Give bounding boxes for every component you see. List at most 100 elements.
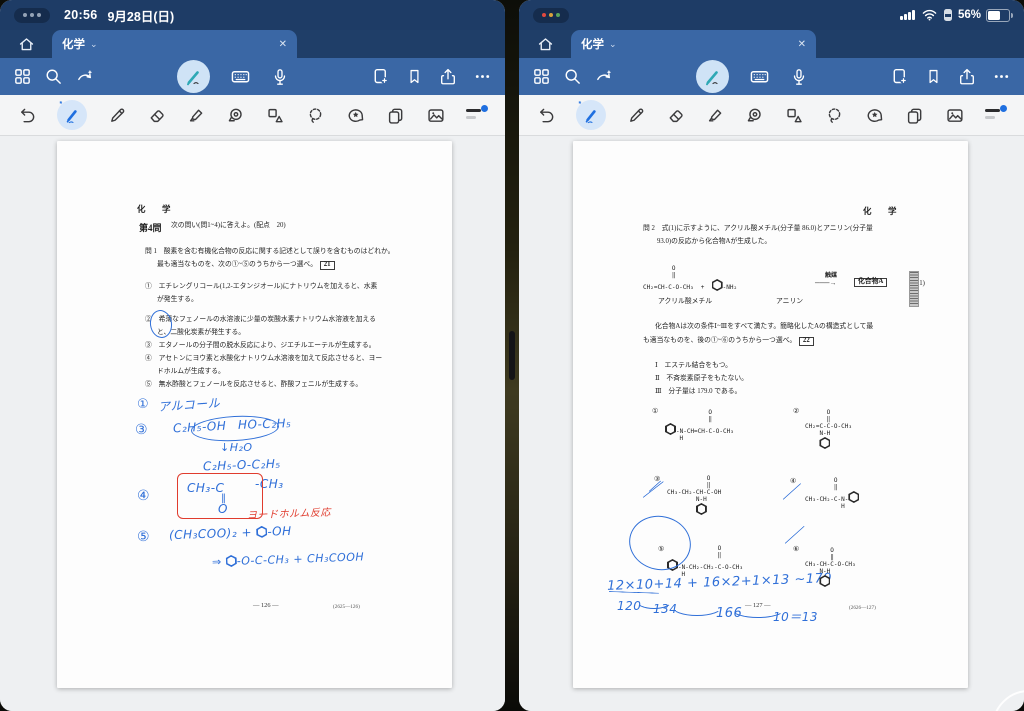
battery-icon bbox=[986, 9, 1010, 22]
convert-handwriting-icon[interactable] bbox=[591, 64, 617, 89]
print-text: ⑥ bbox=[793, 547, 799, 554]
stroke-width-icon[interactable] bbox=[463, 102, 491, 128]
pen-annotate-icon[interactable] bbox=[174, 57, 213, 96]
lasso-icon[interactable] bbox=[303, 103, 328, 128]
benzene-ring-icon bbox=[819, 437, 830, 449]
fountain-pen-icon[interactable]: * bbox=[573, 97, 609, 133]
tab-chemistry[interactable]: 化学 ⌄ ✕ bbox=[571, 30, 816, 58]
home-button[interactable] bbox=[519, 30, 571, 58]
document-page[interactable]: 化 学問 2 式(1)に示すように、アクリル酸メチル(分子量 86.0)とアニリ… bbox=[573, 141, 968, 688]
status-date: 9月28日(日) bbox=[107, 6, 174, 25]
cellular-signal-icon bbox=[900, 10, 915, 20]
highlighter-icon[interactable] bbox=[184, 103, 209, 128]
ink-mark bbox=[785, 526, 805, 544]
close-tab-icon[interactable]: ✕ bbox=[279, 39, 287, 50]
pen-selected-circle bbox=[177, 60, 210, 93]
share-icon[interactable] bbox=[436, 64, 460, 90]
print-text: (2626—127) bbox=[849, 605, 876, 611]
print-text: ④ bbox=[790, 479, 796, 486]
search-icon[interactable] bbox=[41, 64, 66, 89]
add-page-icon[interactable] bbox=[887, 64, 912, 89]
pen-selected-circle: * bbox=[576, 100, 606, 130]
undo-icon[interactable] bbox=[14, 103, 40, 128]
bookmark-icon[interactable] bbox=[922, 64, 945, 89]
print-text: と、二酸化炭素が発生する。 bbox=[157, 330, 245, 337]
handwriting-text: 10＝13 bbox=[773, 608, 818, 625]
microphone-icon[interactable] bbox=[268, 64, 292, 90]
bluetooth-badge-icon: * bbox=[59, 101, 62, 108]
multitask-pill-icon[interactable] bbox=[14, 8, 50, 23]
bookmark-icon[interactable] bbox=[403, 64, 426, 89]
print-text: ⑤ 無水酢酸とフェノールを反応させると、酢酸フェニルが生成する。 bbox=[145, 382, 362, 389]
grid-view-icon[interactable] bbox=[10, 64, 35, 89]
print-text: 問 1 酸素を含む有機化合物の反応に関する記述として誤りを含むものはどれか。 bbox=[145, 249, 394, 256]
print-text: ④ アセトンにヨウ素と水酸化ナトリウム水溶液を加えて反応させると、ヨー bbox=[145, 356, 382, 363]
undo-icon[interactable] bbox=[533, 103, 559, 128]
fountain-pen-icon[interactable]: * bbox=[54, 97, 90, 133]
eraser-icon[interactable] bbox=[144, 103, 169, 128]
print-text: Ⅱ 不斉炭素原子をもたない。 bbox=[655, 376, 748, 383]
handwriting-text: 120 bbox=[617, 599, 641, 613]
grid-view-icon[interactable] bbox=[529, 64, 554, 89]
print-text: 93.0)の反応から化合物Aが生成した。 bbox=[657, 239, 771, 246]
chevron-down-icon[interactable]: ⌄ bbox=[90, 39, 98, 50]
add-page-icon[interactable] bbox=[368, 64, 393, 89]
lasso-icon[interactable] bbox=[822, 103, 847, 128]
pages-icon[interactable] bbox=[902, 103, 927, 128]
shapes-icon[interactable] bbox=[782, 103, 808, 128]
stroke-width-icon[interactable] bbox=[982, 102, 1010, 128]
chevron-down-icon[interactable]: ⌄ bbox=[609, 39, 617, 50]
home-icon bbox=[537, 36, 554, 53]
elements-icon[interactable] bbox=[343, 103, 369, 128]
print-text: (2625—126) bbox=[333, 604, 360, 610]
share-icon[interactable] bbox=[955, 64, 979, 90]
tape-icon[interactable] bbox=[742, 103, 767, 128]
document-page[interactable]: 化 学第4問次の問い(問1~4)に答えよ。(配点 20)問 1 酸素を含む有機化… bbox=[57, 141, 452, 688]
tape-icon[interactable] bbox=[223, 103, 248, 128]
image-icon[interactable] bbox=[423, 103, 449, 128]
convert-handwriting-icon[interactable] bbox=[72, 64, 98, 89]
handwriting-text: ヨードホルム反応 bbox=[247, 504, 331, 522]
print-text: アニリン bbox=[776, 299, 803, 306]
elements-icon[interactable] bbox=[862, 103, 888, 128]
image-icon[interactable] bbox=[942, 103, 968, 128]
more-icon[interactable] bbox=[989, 64, 1014, 89]
handwriting-text: 134 bbox=[653, 602, 677, 616]
tab-chemistry[interactable]: 化学 ⌄ ✕ bbox=[52, 30, 297, 58]
microphone-icon[interactable] bbox=[787, 64, 811, 90]
more-icon[interactable] bbox=[470, 64, 495, 89]
main-toolbar bbox=[0, 58, 505, 95]
pages-icon[interactable] bbox=[383, 103, 408, 128]
chemical-structure: O ‖-N-CH=CH-C-O-CH₃ H bbox=[665, 409, 734, 442]
pen-annotate-icon[interactable] bbox=[693, 57, 732, 96]
keyboard-icon[interactable] bbox=[746, 64, 773, 89]
print-text: 化合物Aは次の条件Ⅰ~Ⅲをすべて満たす。簡略化したAの構造式として最 bbox=[655, 324, 873, 331]
stroke-width-control bbox=[985, 105, 1007, 125]
print-text: 化 学 bbox=[863, 205, 901, 217]
home-button[interactable] bbox=[0, 30, 52, 58]
keyboard-icon[interactable] bbox=[227, 64, 254, 89]
benzene-ring-icon bbox=[696, 503, 707, 515]
multitask-pill-icon[interactable] bbox=[533, 8, 569, 23]
pen-toolbar: * bbox=[519, 95, 1024, 136]
print-text: — 126 — bbox=[253, 602, 279, 609]
pencil-icon[interactable] bbox=[105, 103, 130, 128]
print-text: が発生する。 bbox=[157, 297, 198, 304]
handwriting-text: ⑤ bbox=[137, 529, 150, 545]
benzene-ring-icon bbox=[848, 491, 859, 503]
highlighter-icon[interactable] bbox=[703, 103, 728, 128]
handwriting-text: ④ bbox=[137, 488, 150, 504]
shapes-icon[interactable] bbox=[263, 103, 289, 128]
canvas-area: 化 学問 2 式(1)に示すように、アクリル酸メチル(分子量 86.0)とアニリ… bbox=[519, 136, 1024, 711]
print-text: 第4問 bbox=[139, 221, 162, 234]
handwriting-text: アルコール bbox=[157, 394, 220, 415]
eraser-icon[interactable] bbox=[663, 103, 688, 128]
split-view-divider-handle[interactable] bbox=[509, 331, 515, 380]
wifi-icon bbox=[922, 9, 937, 21]
print-text: (1) bbox=[917, 281, 925, 288]
pencil-icon[interactable] bbox=[624, 103, 649, 128]
close-tab-icon[interactable]: ✕ bbox=[798, 39, 806, 50]
print-text: ① エチレングリコール(1,2-エタンジオール)にナトリウムを加えると、水素 bbox=[145, 284, 377, 291]
chemical-structure: O ‖CH₂=C-C-O-CH₃ N-H bbox=[805, 409, 852, 449]
search-icon[interactable] bbox=[560, 64, 585, 89]
